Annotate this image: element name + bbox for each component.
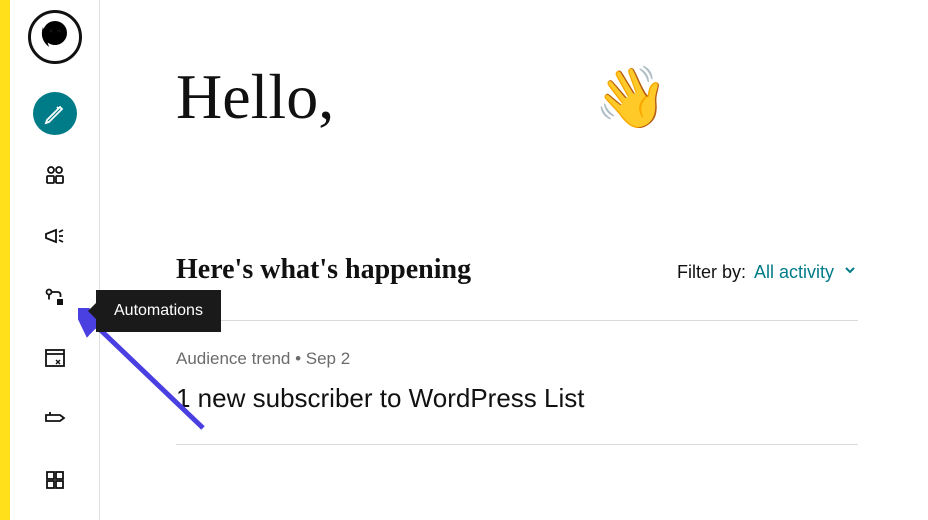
sidebar-item-create[interactable] [33, 92, 77, 135]
sidebar-tooltip-label: Automations [114, 302, 203, 319]
chevron-down-icon [842, 262, 858, 283]
filter-value: All activity [754, 262, 834, 283]
content-studio-icon [43, 407, 67, 431]
grid-icon [43, 468, 67, 492]
wave-emoji: 👋 [594, 62, 669, 133]
sidebar-item-website[interactable] [33, 337, 77, 380]
sidebar-item-content-studio[interactable] [33, 398, 77, 441]
greeting-row: Hello, 👋 [176, 60, 858, 134]
sidebar-item-audience[interactable] [33, 153, 77, 196]
brand-edge-bar [0, 0, 10, 520]
brand-logo[interactable] [28, 10, 82, 64]
sidebar-tooltip: Automations [96, 290, 221, 332]
activity-item[interactable]: Audience trend • Sep 2 1 new subscriber … [176, 349, 858, 414]
pencil-icon [43, 102, 67, 126]
audience-icon [43, 163, 67, 187]
filter-label: Filter by: [677, 262, 746, 283]
activity-filter[interactable]: Filter by: All activity [677, 262, 858, 283]
sidebar: Automations [10, 0, 100, 520]
main-content: Hello, 👋 Here's what's happening Filter … [100, 0, 928, 520]
automations-icon [43, 285, 67, 309]
megaphone-icon [43, 224, 67, 248]
subheader-text: Here's what's happening [176, 254, 471, 286]
divider [176, 444, 858, 445]
subheader-row: Here's what's happening Filter by: All a… [176, 254, 858, 286]
freddie-icon [31, 13, 79, 61]
activity-meta: Audience trend • Sep 2 [176, 349, 858, 369]
sidebar-item-automations[interactable] [33, 275, 77, 318]
website-icon [43, 346, 67, 370]
greeting-text: Hello, [176, 60, 334, 134]
sidebar-item-campaigns[interactable] [33, 214, 77, 257]
divider [176, 320, 858, 321]
activity-title: 1 new subscriber to WordPress List [176, 383, 858, 414]
sidebar-item-integrations[interactable] [33, 459, 77, 502]
